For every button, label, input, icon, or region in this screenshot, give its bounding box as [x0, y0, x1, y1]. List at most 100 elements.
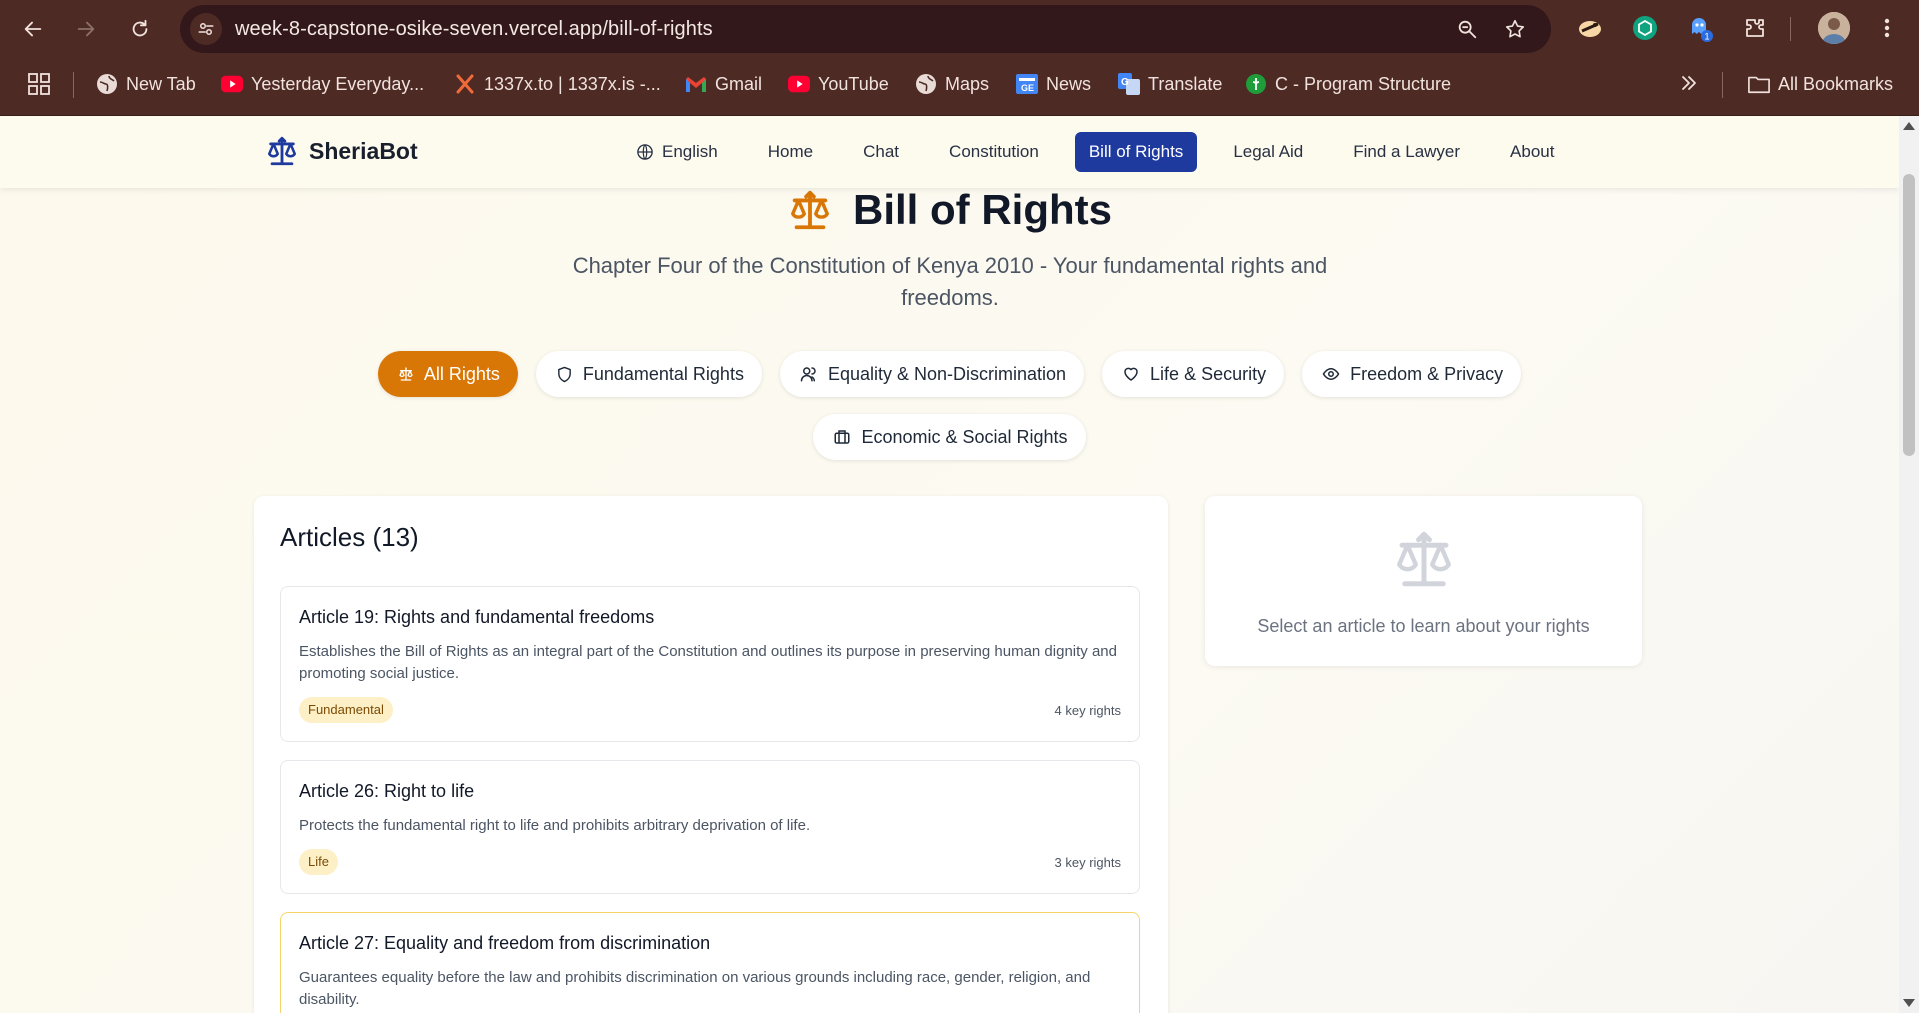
svg-text:G: G — [1121, 77, 1129, 88]
zoom-icon[interactable] — [1455, 17, 1479, 41]
article-title: Article 26: Right to life — [299, 781, 475, 801]
globe-icon — [637, 144, 653, 160]
article-category-tag: Life — [299, 849, 338, 875]
article-description: Establishes the Bill of Rights as an int… — [299, 643, 1117, 682]
youtube-icon — [788, 73, 810, 95]
brand-logo[interactable]: SheriaBot — [265, 134, 418, 168]
nav-constitution[interactable]: Constitution — [935, 132, 1053, 172]
page-heading: Bill of Rights — [853, 186, 1112, 233]
eye-icon — [1322, 367, 1340, 381]
bookmark-translate[interactable]: G Translate — [1118, 58, 1222, 110]
article-category-tag: Fundamental — [299, 697, 393, 723]
scales-icon — [791, 190, 829, 230]
scales-icon — [267, 136, 297, 166]
heart-icon — [1124, 367, 1138, 381]
more-bookmarks-chevron-icon[interactable] — [1678, 72, 1700, 99]
bookmark-maps[interactable]: Maps — [915, 58, 989, 110]
chatgpt-extension-icon[interactable] — [1630, 13, 1660, 43]
article-card[interactable]: Article 27: Equality and freedom from di… — [280, 912, 1140, 1013]
articles-heading: Articles (13) — [280, 522, 419, 552]
article-title: Article 27: Equality and freedom from di… — [299, 933, 711, 953]
reload-icon — [132, 19, 148, 37]
language-selector[interactable]: English — [622, 132, 732, 172]
apps-grid-icon[interactable] — [27, 72, 51, 101]
nav-legal-aid[interactable]: Legal Aid — [1219, 132, 1317, 172]
ext-bird-icon[interactable] — [1575, 13, 1605, 43]
page-title: Bill of Rights — [0, 186, 1899, 234]
globe-icon — [96, 73, 118, 95]
article-key-rights-count: 4 key rights — [1054, 703, 1121, 718]
scrollbar-thumb[interactable] — [1903, 174, 1915, 456]
nav-home[interactable]: Home — [754, 132, 827, 172]
article-detail-panel: Select an article to learn about your ri… — [1205, 496, 1642, 666]
bookmark-yesterday-everyday[interactable]: Yesterday Everyday... — [221, 58, 424, 110]
extensions-puzzle-icon[interactable] — [1740, 13, 1770, 43]
site-info-button[interactable] — [190, 13, 222, 45]
leaf-icon — [1245, 73, 1267, 95]
browser-toolbar: week-8-capstone-osike-seven.vercel.app/b… — [0, 0, 1919, 58]
profile-avatar[interactable] — [1818, 12, 1850, 44]
briefcase-icon — [834, 430, 850, 444]
toolbar-divider — [1790, 17, 1791, 41]
site-header: SheriaBot English Home Chat Constitution… — [0, 116, 1899, 188]
gmail-icon — [685, 73, 707, 95]
bookmark-news[interactable]: GE News — [1016, 58, 1091, 110]
category-filters-row-2: Economic & Social Rights — [0, 414, 1899, 460]
article-description: Protects the fundamental right to life a… — [299, 817, 811, 834]
filter-all-rights[interactable]: All Rights — [377, 351, 518, 397]
nav-bill-of-rights[interactable]: Bill of Rights — [1074, 132, 1198, 172]
address-bar[interactable]: week-8-capstone-osike-seven.vercel.app/b… — [180, 5, 1551, 53]
tune-icon — [198, 23, 214, 35]
chrome-menu-icon[interactable] — [1872, 13, 1902, 43]
filter-freedom-privacy[interactable]: Freedom & Privacy — [1302, 351, 1522, 397]
bookmarks-bar: New Tab Yesterday Everyday... 1337x.to |… — [0, 58, 1919, 116]
nav-chat[interactable]: Chat — [849, 132, 913, 172]
filter-fundamental-rights[interactable]: Fundamental Rights — [535, 351, 762, 397]
extension-badge: 1 — [1704, 32, 1709, 42]
main-nav: English Home Chat Constitution Bill of R… — [622, 132, 1568, 172]
articles-panel: Articles (13) Article 19: Rights and fun… — [254, 496, 1168, 1013]
bookmark-c-program-structure[interactable]: C - Program Structure — [1245, 58, 1451, 110]
filter-life-security[interactable]: Life & Security — [1102, 351, 1285, 397]
globe-icon — [915, 73, 937, 95]
category-filters-row-1: All Rights Fundamental Rights Equality &… — [0, 351, 1899, 397]
bookmark-1337x[interactable]: 1337x.to | 1337x.is -... — [454, 58, 661, 110]
bookmark-gmail[interactable]: Gmail — [685, 58, 762, 110]
page-scrollbar[interactable] — [1899, 116, 1919, 1013]
article-description: Guarantees equality before the law and p… — [299, 969, 1091, 1008]
folder-icon — [1748, 73, 1770, 95]
url-text[interactable]: week-8-capstone-osike-seven.vercel.app/b… — [235, 5, 713, 53]
scroll-down-arrow-icon[interactable] — [1903, 999, 1915, 1007]
article-title: Article 19: Rights and fundamental freed… — [299, 607, 655, 627]
nav-about[interactable]: About — [1496, 132, 1568, 172]
filter-equality[interactable]: Equality & Non-Discrimination — [779, 351, 1085, 397]
back-button[interactable] — [15, 11, 51, 47]
svg-text:GE: GE — [1021, 83, 1034, 93]
forward-button[interactable] — [68, 11, 104, 47]
news-icon: GE — [1016, 73, 1038, 95]
scales-icon — [399, 367, 413, 381]
brand-name: SheriaBot — [309, 137, 418, 164]
bookmark-star-icon[interactable] — [1503, 17, 1527, 41]
article-key-rights-count: 3 key rights — [1054, 855, 1121, 870]
bookmark-new-tab[interactable]: New Tab — [96, 58, 196, 110]
page-viewport: SheriaBot English Home Chat Constitution… — [0, 116, 1899, 1013]
bookmark-youtube[interactable]: YouTube — [788, 58, 889, 110]
page-subtitle: Chapter Four of the Constitution of Keny… — [572, 253, 1328, 310]
scroll-up-arrow-icon[interactable] — [1903, 122, 1915, 130]
x-logo-icon — [454, 73, 476, 95]
ext-ghost-icon[interactable]: 1 — [1685, 13, 1715, 43]
nav-find-a-lawyer[interactable]: Find a Lawyer — [1339, 132, 1474, 172]
all-bookmarks-button[interactable]: All Bookmarks — [1748, 58, 1893, 110]
scales-icon — [1397, 531, 1451, 587]
users-icon — [800, 367, 816, 382]
filter-economic-social[interactable]: Economic & Social Rights — [813, 414, 1086, 460]
back-arrow-icon — [24, 21, 42, 37]
article-card[interactable]: Article 26: Right to life Protects the f… — [280, 760, 1140, 894]
bookmarks-divider-right — [1722, 72, 1723, 98]
reload-button[interactable] — [122, 11, 158, 47]
shield-icon — [557, 366, 571, 382]
youtube-icon — [221, 73, 243, 95]
article-card[interactable]: Article 19: Rights and fundamental freed… — [280, 586, 1140, 742]
bookmarks-divider — [73, 72, 74, 98]
